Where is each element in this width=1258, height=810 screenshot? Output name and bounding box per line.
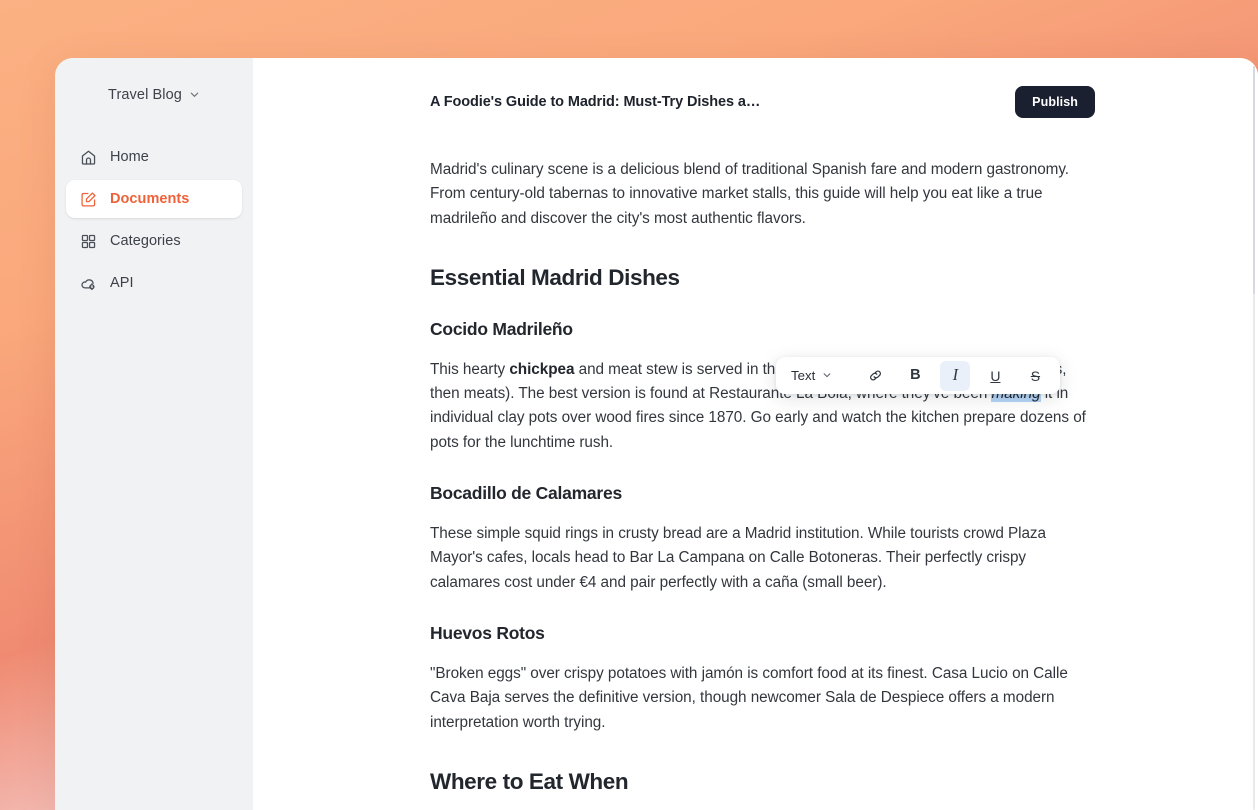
- heading-where-to-eat-when: Where to Eat When: [430, 768, 629, 794]
- strikethrough-button[interactable]: S: [1020, 361, 1050, 391]
- text-style-dropdown[interactable]: Text: [784, 362, 840, 389]
- text-run: This hearty: [430, 360, 510, 378]
- sidebar-nav: Home Documents Categories API: [55, 138, 253, 302]
- bold-icon: B: [910, 367, 921, 384]
- page-title: A Foodie's Guide to Madrid: Must-Try Dis…: [430, 94, 761, 110]
- cloud-cog-icon: [80, 275, 97, 292]
- paragraph-intro: Madrid's culinary scene is a delicious b…: [430, 161, 1070, 227]
- workspace-name: Travel Blog: [108, 87, 182, 103]
- underline-icon: U: [990, 367, 1001, 384]
- sidebar: Travel Blog Home Documents Categories AP…: [55, 58, 253, 810]
- sidebar-item-label: API: [110, 275, 134, 291]
- bold-button[interactable]: B: [900, 361, 930, 391]
- workspace-switcher[interactable]: Travel Blog: [73, 82, 235, 108]
- sidebar-item-api[interactable]: API: [66, 264, 242, 302]
- editor-pane: A Foodie's Guide to Madrid: Must-Try Dis…: [253, 58, 1258, 810]
- scrollbar-thumb[interactable]: [1253, 66, 1255, 294]
- sidebar-item-documents[interactable]: Documents: [66, 180, 242, 218]
- heading-bocadillo-de-calamares: Bocadillo de Calamares: [430, 483, 622, 504]
- heading-huevos-rotos: Huevos Rotos: [430, 622, 545, 643]
- grid-icon: [80, 233, 97, 250]
- publish-button[interactable]: Publish: [1015, 86, 1095, 118]
- text-style-label: Text: [791, 368, 816, 383]
- italic-icon: I: [952, 365, 959, 385]
- link-button[interactable]: [860, 361, 890, 391]
- text-run: and meat stew is se: [574, 360, 713, 378]
- paragraph-bocadillo: These simple squid rings in crusty bread…: [430, 525, 1046, 591]
- italic-button[interactable]: I: [940, 360, 971, 391]
- heading-cocido-madrileno: Cocido Madrileño: [430, 318, 573, 339]
- document-header: A Foodie's Guide to Madrid: Must-Try Dis…: [253, 58, 1258, 118]
- app-window: Travel Blog Home Documents Categories AP…: [55, 58, 1258, 810]
- format-toolbar: Text B I U S: [776, 357, 1061, 394]
- bold-text-run: chickpea: [509, 360, 575, 378]
- paragraph-huevos: "Broken eggs" over crispy potatoes with …: [430, 664, 1068, 731]
- document-edit-icon: [80, 191, 97, 208]
- link-icon: [868, 368, 883, 383]
- underline-button[interactable]: U: [980, 361, 1010, 391]
- strikethrough-icon: S: [1030, 367, 1041, 384]
- chevron-down-icon: [189, 89, 200, 100]
- sidebar-item-home[interactable]: Home: [66, 138, 242, 176]
- home-icon: [80, 149, 97, 166]
- sidebar-item-categories[interactable]: Categories: [66, 222, 242, 260]
- chevron-down-icon: [822, 368, 832, 383]
- sidebar-item-label: Home: [110, 149, 149, 165]
- sidebar-item-label: Documents: [110, 191, 190, 207]
- sidebar-item-label: Categories: [110, 233, 181, 249]
- document-body[interactable]: Madrid's culinary scene is a delicious b…: [253, 158, 1258, 795]
- heading-essential-madrid-dishes: Essential Madrid Dishes: [430, 264, 680, 290]
